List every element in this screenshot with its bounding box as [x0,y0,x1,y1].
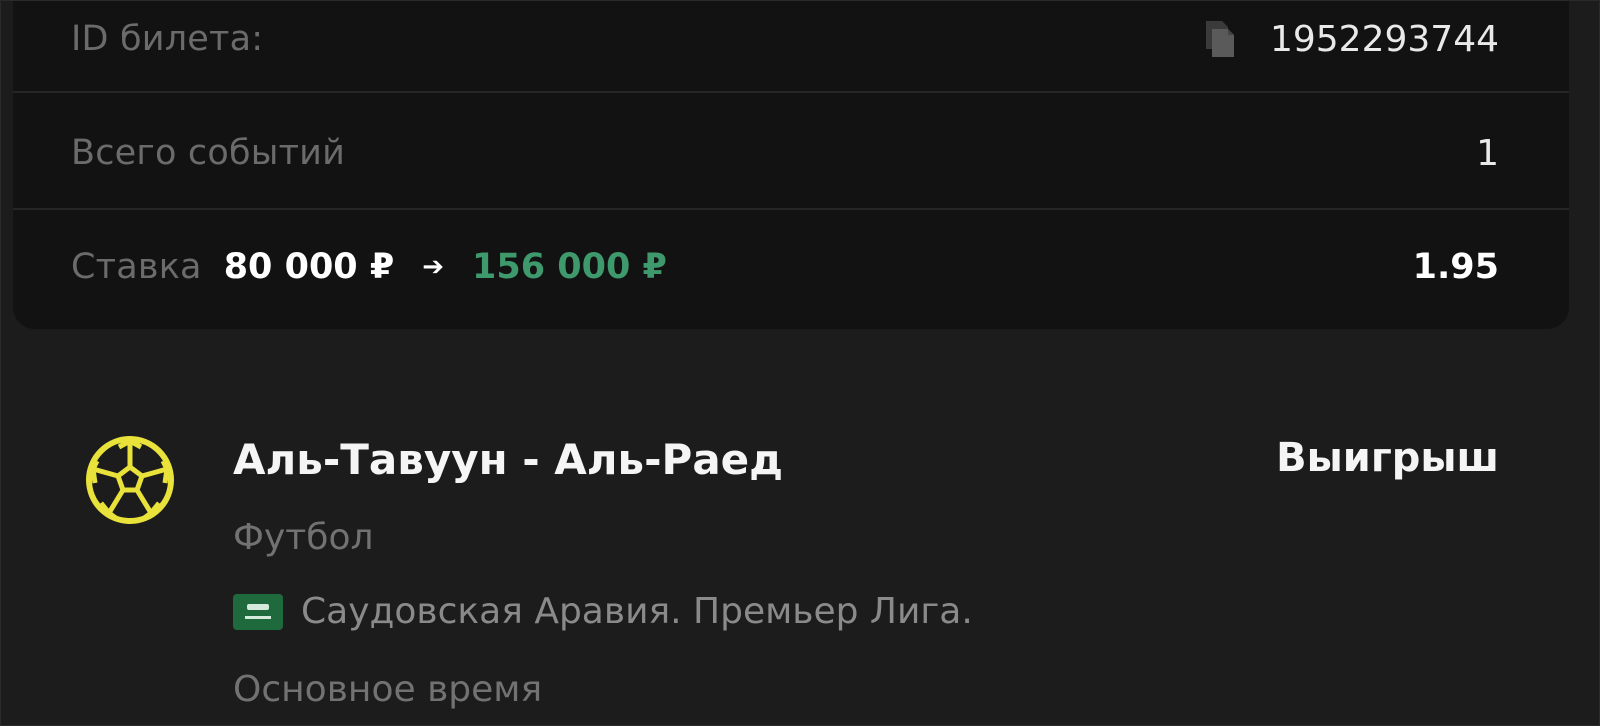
copy-icon[interactable] [1200,19,1240,59]
divider [13,91,1569,93]
match-title: Аль-Тавуун - Аль-Раед [233,435,784,484]
football-icon [83,433,177,527]
stake-amount: 80 000 ₽ [223,247,395,287]
stake-label: Ставка [71,247,202,287]
bet-details-screen: ID билета: 1952293744 Всего событий 1 Ст… [0,0,1600,726]
ticket-id-value: 1952293744 [1269,18,1499,60]
events-count-label: Всего событий [71,133,346,173]
match-period: Основное время [233,669,543,710]
stake-info: Ставка 80 000 ₽ ➔ 156 000 ₽ [71,247,667,287]
potential-win-amount: 156 000 ₽ [472,247,667,287]
ticket-info-card: ID билета: 1952293744 Всего событий 1 Ст… [13,1,1569,329]
ticket-id-label: ID билета: [71,19,264,59]
events-count-value: 1 [1476,132,1499,174]
coefficient-value: 1.95 [1412,247,1499,287]
league-info: Саудовская Аравия. Премьер Лига. [233,591,973,632]
divider [13,208,1569,210]
stake-row: Ставка 80 000 ₽ ➔ 156 000 ₽ 1.95 [71,231,1499,303]
ticket-id-copy[interactable]: 1952293744 [1200,19,1499,60]
sport-name: Футбол [233,517,374,558]
events-count-row: Всего событий 1 [71,117,1499,189]
league-name: Саудовская Аравия. Премьер Лига. [301,591,973,632]
arrow-right-icon: ➔ [422,252,444,282]
saudi-arabia-flag-icon [233,593,283,630]
ticket-id-row: ID билета: 1952293744 [71,3,1499,75]
bet-result: Выигрыш [1276,435,1499,481]
